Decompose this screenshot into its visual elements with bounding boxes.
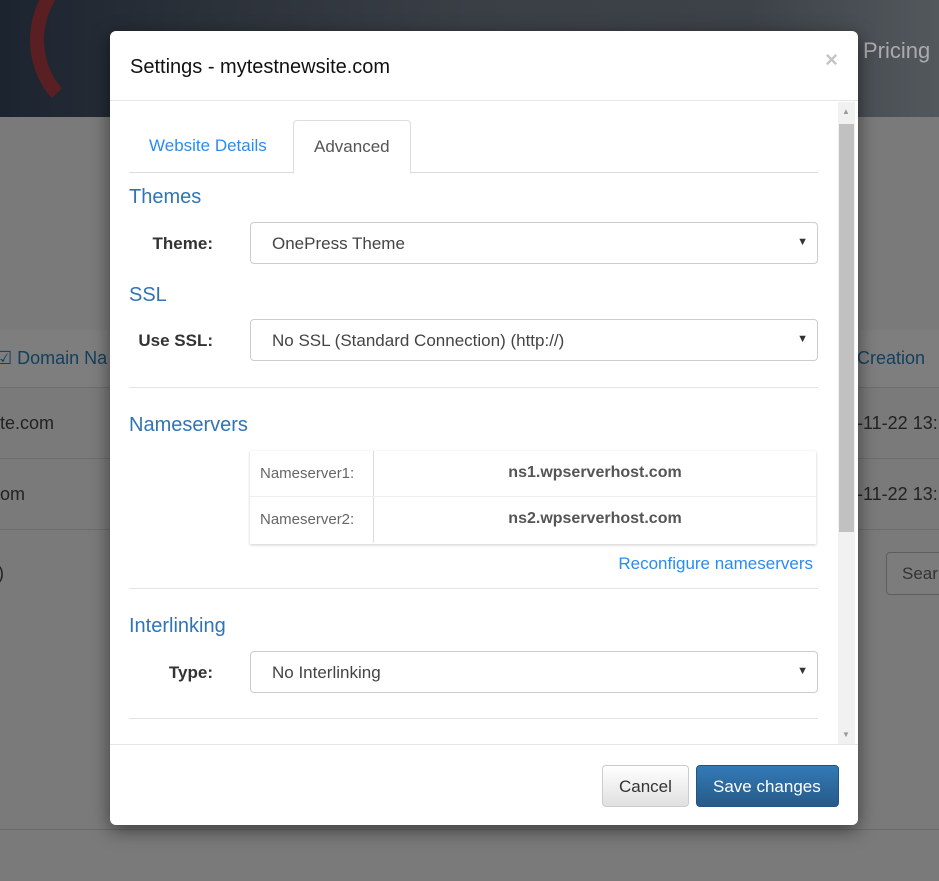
caret-down-icon: ▼: [797, 665, 808, 677]
tabs: Website Details Advanced: [129, 120, 818, 174]
ssl-label: Use SSL:: [138, 331, 213, 350]
ssl-value: No SSL (Standard Connection) (http://): [272, 331, 565, 350]
interlinking-type-label: Type:: [168, 663, 213, 682]
theme-select[interactable]: OnePress Theme ▼: [250, 222, 818, 264]
caret-down-icon: ▼: [797, 236, 808, 248]
bg-cell: -11-22 13:: [857, 484, 938, 504]
caret-down-icon: ▼: [797, 333, 808, 345]
nav-pricing[interactable]: Pricing: [863, 38, 930, 64]
divider: [129, 718, 818, 719]
table-row: Nameserver1: ns1.wpserverhost.com: [250, 451, 816, 497]
bg-col-domain: ☑ Domain Na: [0, 348, 108, 368]
cancel-button[interactable]: Cancel: [602, 765, 689, 807]
settings-modal: Settings - mytestnewsite.com × Website D…: [110, 31, 858, 825]
bg-footer-text: ): [0, 563, 4, 584]
ns-value: ns2.wpserverhost.com: [508, 510, 682, 527]
interlinking-select[interactable]: No Interlinking ▼: [250, 651, 818, 693]
divider: [129, 588, 818, 589]
modal-header: Settings - mytestnewsite.com ×: [110, 31, 858, 101]
reconfigure-nameservers-link[interactable]: Reconfigure nameservers: [618, 554, 813, 574]
divider: [0, 829, 939, 830]
modal-title: Settings - mytestnewsite.com: [130, 56, 391, 78]
tab-website-details[interactable]: Website Details: [129, 120, 287, 173]
ns-value: ns1.wpserverhost.com: [508, 464, 682, 481]
theme-label: Theme:: [152, 234, 213, 253]
nameservers-heading: Nameservers: [129, 414, 248, 436]
scroll-down-icon[interactable]: ▼: [842, 730, 850, 739]
scrollbar-thumb[interactable]: [839, 124, 854, 532]
interlinking-heading: Interlinking: [129, 615, 226, 637]
bg-col-creation: Creation: [857, 348, 926, 368]
interlinking-value: No Interlinking: [272, 663, 381, 682]
ns-key: Nameserver1:: [250, 451, 374, 496]
scrollbar[interactable]: ▲ ▼: [838, 102, 855, 744]
scroll-up-icon[interactable]: ▲: [842, 107, 850, 116]
save-changes-button[interactable]: Save changes: [696, 765, 839, 807]
themes-heading: Themes: [129, 186, 202, 208]
bg-cell: om: [0, 484, 26, 504]
ssl-select[interactable]: No SSL (Standard Connection) (http://) ▼: [250, 319, 818, 361]
theme-value: OnePress Theme: [272, 234, 405, 253]
table-row: Nameserver2: ns2.wpserverhost.com: [250, 497, 816, 543]
close-icon[interactable]: ×: [825, 47, 838, 73]
bg-cell: -11-22 13:: [857, 413, 938, 433]
tab-advanced[interactable]: Advanced: [293, 120, 411, 174]
bg-cell: te.com: [0, 413, 55, 433]
modal-footer: Cancel Save changes: [110, 744, 858, 825]
bg-search-button[interactable]: Sear: [886, 552, 939, 595]
ns-key: Nameserver2:: [250, 497, 374, 543]
modal-body: Website Details Advanced Themes Theme: O…: [110, 102, 858, 744]
ssl-heading: SSL: [129, 284, 167, 306]
nameservers-table: Nameserver1: ns1.wpserverhost.com Nameser…: [250, 451, 816, 544]
divider: [129, 387, 818, 388]
